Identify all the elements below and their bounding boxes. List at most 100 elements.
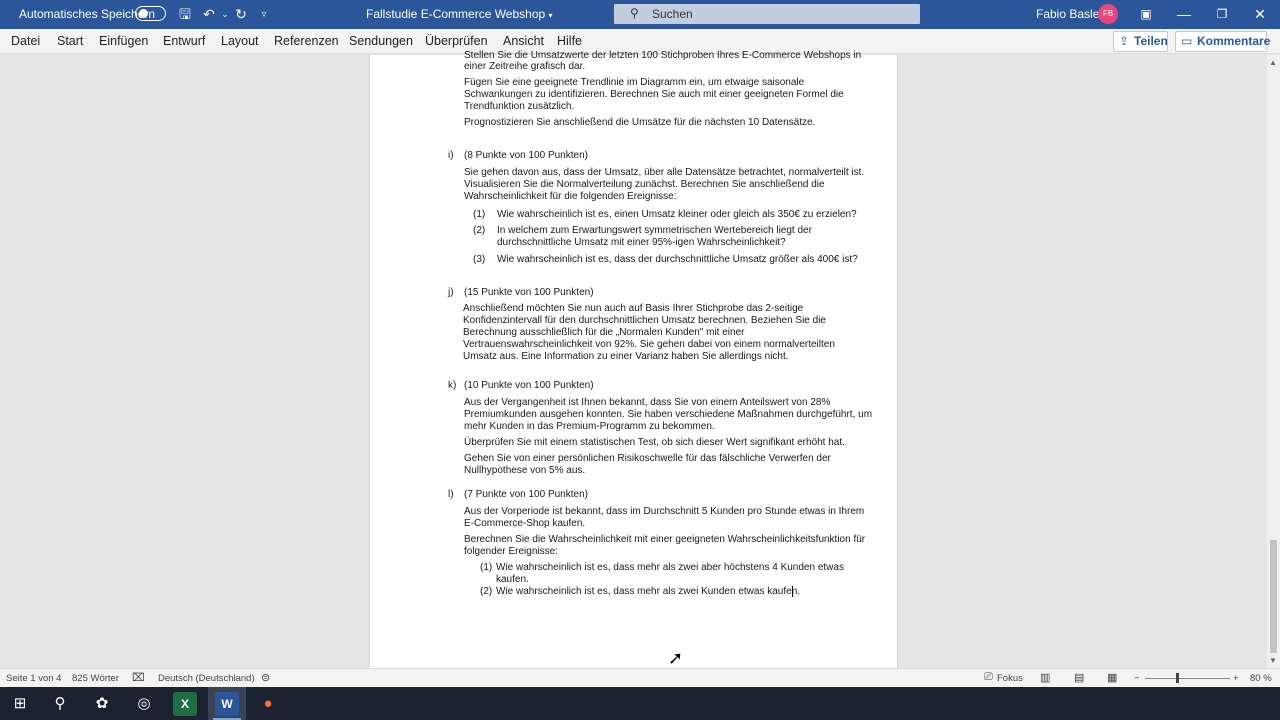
firefox-icon[interactable]: ● bbox=[256, 692, 280, 716]
excel-icon[interactable]: X bbox=[173, 692, 197, 716]
paragraph-line: Schwankungen zu identifizieren. Berechne… bbox=[464, 89, 844, 100]
scroll-thumb[interactable] bbox=[1270, 540, 1277, 653]
tab-start[interactable]: Start bbox=[57, 34, 83, 48]
document-title[interactable]: Fallstudie E-Commerce Webshop ▾ bbox=[366, 7, 553, 21]
paragraph-line: Berechnen Sie die Wahrscheinlichkeit mit… bbox=[464, 534, 866, 545]
paragraph-line: mehr Kunden in das Premium-Programm zu b… bbox=[464, 421, 715, 432]
close-icon[interactable]: ✕ bbox=[1242, 0, 1278, 29]
print-layout-icon[interactable]: ▤ bbox=[1074, 671, 1084, 684]
tab-ansicht[interactable]: Ansicht bbox=[503, 34, 544, 48]
tab-entwurf[interactable]: Entwurf bbox=[163, 34, 205, 48]
section-label: i) bbox=[448, 150, 454, 161]
paragraph-line: E-Commerce-Shop kaufen. bbox=[464, 518, 586, 529]
search-input[interactable]: ⚲ Suchen bbox=[614, 4, 920, 24]
zoom-level[interactable]: 80 % bbox=[1250, 673, 1272, 684]
read-mode-icon[interactable]: ▥ bbox=[1040, 671, 1050, 684]
paragraph-line: folgender Ereignisse: bbox=[464, 546, 558, 557]
word-count[interactable]: 825 Wörter bbox=[72, 673, 119, 684]
save-icon[interactable]: 🖫 bbox=[176, 5, 194, 23]
zoom-in-icon[interactable]: + bbox=[1233, 673, 1239, 684]
paragraph-line: Umsatz aus. Eine Information zu einer Va… bbox=[463, 351, 789, 362]
app-icon[interactable]: ✿ bbox=[90, 692, 114, 716]
paragraph-line: Nullhypothese von 5% aus. bbox=[464, 465, 586, 476]
section-points: (7 Punkte von 100 Punkten) bbox=[464, 489, 588, 500]
paragraph-line: Aus der Vorperiode ist bekannt, dass im … bbox=[464, 506, 865, 517]
section-points: (15 Punkte von 100 Punkten) bbox=[464, 287, 594, 298]
list-number: (1) bbox=[480, 562, 493, 573]
mouse-pointer-icon: ➚ bbox=[668, 648, 684, 668]
paragraph-line: Fügen Sie eine geeignete Trendlinie im D… bbox=[464, 77, 805, 88]
page-count[interactable]: Seite 1 von 4 bbox=[6, 673, 61, 684]
windows-start-icon[interactable]: ⊞ bbox=[8, 692, 32, 716]
paragraph-line: Konfidenzintervall für den durchschnittl… bbox=[463, 315, 826, 326]
comments-button[interactable]: ▭ Kommentare bbox=[1175, 31, 1270, 52]
vertical-scrollbar[interactable]: ▲ ▼ bbox=[1267, 55, 1280, 668]
paragraph-line: Trendfunktion zusätzlich. bbox=[464, 101, 575, 112]
language-label[interactable]: Deutsch (Deutschland) bbox=[158, 673, 255, 684]
list-item: kaufen. bbox=[496, 574, 529, 585]
list-item: Wie wahrscheinlich ist es, dass der durc… bbox=[497, 254, 858, 265]
paragraph-line: Sie gehen davon aus, dass der Umsatz, üb… bbox=[464, 167, 865, 178]
list-number: (1) bbox=[473, 209, 486, 220]
user-name[interactable]: Fabio Basler bbox=[1036, 7, 1103, 21]
section-label: j) bbox=[448, 287, 454, 298]
obs-icon[interactable]: ◎ bbox=[132, 692, 156, 716]
search-icon[interactable]: ⚲ bbox=[48, 692, 72, 716]
scroll-up-icon[interactable]: ▲ bbox=[1269, 58, 1277, 67]
redo-icon[interactable]: ↻ bbox=[232, 5, 250, 23]
word-icon[interactable]: W bbox=[215, 692, 239, 716]
paragraph-line: Aus der Vergangenheit ist Ihnen bekannt,… bbox=[464, 397, 831, 408]
tab-einfuegen[interactable]: Einfügen bbox=[99, 34, 148, 48]
zoom-out-icon[interactable]: − bbox=[1134, 673, 1140, 684]
focus-icon[interactable]: ⎚ bbox=[984, 671, 993, 684]
section-points: (8 Punkte von 100 Punkten) bbox=[464, 150, 588, 161]
paragraph-line: Premiumkunden ausgehen konnten. Sie habe… bbox=[464, 409, 873, 420]
scroll-down-icon[interactable]: ▼ bbox=[1269, 656, 1277, 665]
zoom-slider-handle[interactable] bbox=[1176, 673, 1179, 683]
status-bar: Seite 1 von 4 825 Wörter ⌧ Deutsch (Deut… bbox=[0, 668, 1280, 687]
tab-datei[interactable]: Datei bbox=[11, 34, 40, 48]
paragraph-line: einer Zeitreihe grafisch dar. bbox=[464, 61, 586, 72]
customize-toolbar-icon[interactable]: ▿ bbox=[255, 5, 273, 23]
list-item: In welchem zum Erwartungswert symmetrisc… bbox=[497, 225, 812, 236]
search-icon: ⚲ bbox=[630, 6, 639, 20]
text-caret bbox=[792, 586, 793, 597]
avatar[interactable]: FB bbox=[1098, 4, 1118, 24]
tab-layout[interactable]: Layout bbox=[221, 34, 259, 48]
tab-hilfe[interactable]: Hilfe bbox=[557, 34, 582, 48]
web-layout-icon[interactable]: ▦ bbox=[1107, 671, 1117, 684]
share-button[interactable]: ⇪ Teilen bbox=[1113, 31, 1168, 52]
list-item: Wie wahrscheinlich ist es, dass mehr als… bbox=[496, 586, 801, 597]
list-item: durchschnittliche Umsatz mit einer 95%-i… bbox=[497, 237, 786, 248]
ribbon-display-icon[interactable]: ▣ bbox=[1128, 0, 1164, 29]
title-bar: Automatisches Speichern 🖫 ↶ ⌄ ↻ ▿ Fallst… bbox=[0, 0, 1280, 29]
restore-icon[interactable]: ❐ bbox=[1204, 0, 1240, 29]
zoom-slider[interactable] bbox=[1145, 678, 1230, 679]
accessibility-icon[interactable]: ⊜ bbox=[261, 671, 270, 684]
list-number: (2) bbox=[473, 225, 486, 236]
paragraph-line: Überprüfen Sie mit einem statistischen T… bbox=[464, 437, 845, 448]
autosave-toggle[interactable] bbox=[135, 6, 166, 21]
share-icon: ⇪ bbox=[1119, 34, 1130, 48]
paragraph-line: Wahrscheinlichkeit für die folgenden Ere… bbox=[464, 191, 677, 202]
section-points: (10 Punkte von 100 Punkten) bbox=[464, 380, 594, 391]
paragraph-line: Vertrauenswahrscheinlichkeit von 92%. Si… bbox=[463, 339, 835, 350]
minimize-icon[interactable]: — bbox=[1166, 0, 1202, 29]
paragraph-line: Gehen Sie von einer persönlichen Risikos… bbox=[464, 453, 831, 464]
tab-referenzen[interactable]: Referenzen bbox=[274, 34, 339, 48]
paragraph-line: Anschließend möchten Sie nun auch auf Ba… bbox=[463, 303, 804, 314]
paragraph-line: Prognostizieren Sie anschließend die Ums… bbox=[464, 117, 816, 128]
taskbar: ⊞ ⚲ ✿ ◎ X W ● bbox=[0, 687, 1280, 720]
focus-label[interactable]: Fokus bbox=[997, 673, 1023, 684]
list-item: Wie wahrscheinlich ist es, dass mehr als… bbox=[496, 562, 844, 573]
paragraph-line: Berechnung ausschließlich für die „Norma… bbox=[463, 327, 745, 338]
proofing-icon[interactable]: ⌧ bbox=[132, 671, 145, 684]
comment-icon: ▭ bbox=[1181, 34, 1193, 48]
tab-ueberpruefen[interactable]: Überprüfen bbox=[425, 34, 488, 48]
list-number: (2) bbox=[480, 586, 493, 597]
section-label: l) bbox=[448, 489, 454, 500]
tab-sendungen[interactable]: Sendungen bbox=[349, 34, 413, 48]
section-label: k) bbox=[448, 380, 457, 391]
list-item: Wie wahrscheinlich ist es, einen Umsatz … bbox=[497, 209, 857, 220]
paragraph-line: Visualisieren Sie die Normalverteilung z… bbox=[464, 179, 825, 190]
